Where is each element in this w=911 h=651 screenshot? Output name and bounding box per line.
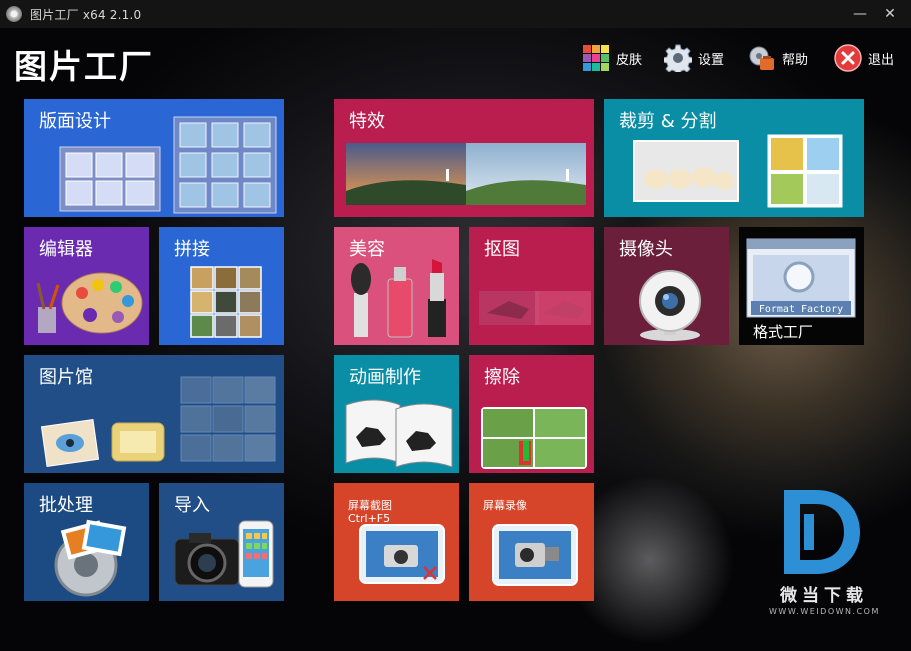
- stitch-grid-icon: [190, 266, 262, 338]
- weidown-logo-icon: [784, 490, 860, 574]
- screen-record-icon: [492, 524, 578, 586]
- gallery-icon: [40, 376, 276, 467]
- title-bar: 图片工厂 x64 2.1.0 — ✕: [0, 0, 911, 28]
- tile-import[interactable]: 导入: [159, 483, 284, 601]
- screenshot-icon: [359, 524, 445, 584]
- tile-format-factory-label: 格式工厂: [753, 323, 814, 341]
- palette-grid-icon: [583, 45, 609, 71]
- tile-layout-design[interactable]: 版面设计: [24, 99, 284, 217]
- paint-palette-icon: [36, 272, 143, 334]
- app-gear-icon: [6, 6, 22, 22]
- tile-beauty[interactable]: 美容: [334, 227, 459, 345]
- tile-webcam[interactable]: 摄像头: [604, 227, 729, 345]
- watermark-url: WWW.WEIDOWN.COM: [769, 607, 880, 616]
- minimize-button[interactable]: —: [848, 2, 872, 26]
- cosmetics-icon: [351, 259, 446, 338]
- camera-phone-icon: [174, 520, 274, 588]
- tile-stitch[interactable]: 拼接: [159, 227, 284, 345]
- tile-batch[interactable]: 批处理: [24, 483, 149, 601]
- exit-button[interactable]: 退出: [834, 42, 894, 74]
- tile-gallery[interactable]: 图片馆: [24, 355, 284, 473]
- gear-icon: [664, 44, 692, 72]
- cutout-icon: [479, 291, 591, 325]
- exit-label: 退出: [868, 52, 895, 68]
- tile-editor[interactable]: 编辑器: [24, 227, 149, 345]
- tile-crop-split[interactable]: 裁剪 & 分割: [604, 99, 864, 217]
- film-strip-icon: [345, 399, 453, 468]
- format-factory-box-text: Format Factory: [759, 304, 843, 315]
- exit-icon: [834, 44, 862, 72]
- settings-button[interactable]: 设置: [664, 42, 724, 74]
- help-button[interactable]: 帮助: [748, 42, 808, 74]
- skin-button[interactable]: 皮肤: [582, 42, 642, 74]
- webcam-icon: [639, 270, 701, 341]
- close-window-button[interactable]: ✕: [878, 2, 902, 26]
- erase-icon: [481, 407, 587, 469]
- help-toolbox-icon: [749, 46, 774, 70]
- tile-screen-record[interactable]: 屏幕录像: [469, 483, 594, 601]
- layout-collage-icon: [59, 116, 277, 214]
- watermark-text: 微当下载: [780, 586, 868, 606]
- batch-process-icon: [54, 519, 127, 597]
- tile-animation[interactable]: 动画制作: [334, 355, 459, 473]
- tile-effects[interactable]: 特效: [334, 99, 594, 217]
- tile-cutout[interactable]: 抠图: [469, 227, 594, 345]
- tile-erase[interactable]: 擦除: [469, 355, 594, 473]
- app-heading: 图片工厂: [14, 47, 154, 86]
- help-label: 帮助: [782, 52, 809, 68]
- tile-screen-capture[interactable]: 屏幕截图 Ctrl+F5: [334, 483, 459, 601]
- app-window: 图片工厂 x64 2.1.0 — ✕ 图片工厂 皮肤 设置 帮助 退出 版面设计…: [0, 0, 911, 651]
- skin-label: 皮肤: [616, 52, 643, 68]
- settings-label: 设置: [698, 52, 725, 68]
- window-title: 图片工厂 x64 2.1.0: [30, 8, 142, 22]
- tile-format-factory[interactable]: Format Factory 格式工厂: [739, 227, 864, 345]
- crop-split-icon: [633, 134, 843, 208]
- effects-landscape-icon: [346, 143, 586, 205]
